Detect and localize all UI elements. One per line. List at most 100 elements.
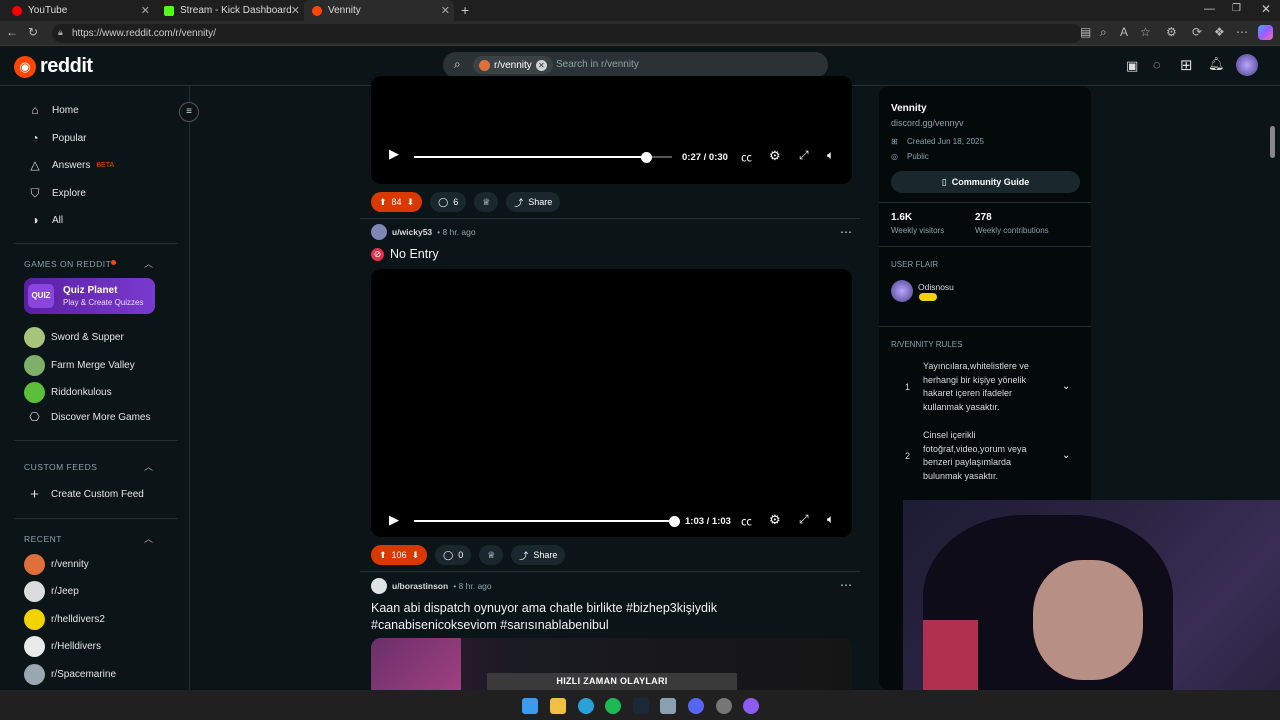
recent-item[interactable]: r/helldivers2 (24, 609, 105, 630)
award-button[interactable]: ♕ (474, 192, 499, 212)
maximize-icon[interactable]: ❐ (1232, 3, 1241, 14)
minimize-icon[interactable]: — (1204, 3, 1215, 15)
share-button[interactable]: ⤴ Share (511, 545, 566, 565)
fullscreen-icon[interactable]: ⤢ (799, 512, 809, 527)
downvote-icon[interactable]: ⬇ (412, 550, 420, 561)
chevron-down-icon[interactable]: ⌄ (1062, 381, 1070, 392)
nav-popular[interactable]: ◔ Popular (28, 131, 86, 145)
community-guide-button[interactable]: ▯ Community Guide (891, 171, 1080, 193)
spotify-icon[interactable] (605, 698, 621, 714)
video-player[interactable]: ▶ 0:27 / 0:30 ㏄ ⚙ ⤢ 🔈︎ (371, 76, 852, 184)
progress-handle[interactable] (640, 151, 652, 163)
file-explorer-icon[interactable] (550, 698, 566, 714)
rule-text[interactable]: Cinsel içerikli fotoğraf,video,yorum vey… (923, 429, 1043, 483)
text-icon[interactable]: A (1120, 25, 1128, 39)
discover-games[interactable]: ⎔ Discover More Games (24, 410, 150, 424)
chevron-down-icon[interactable]: ⌄ (1062, 450, 1070, 461)
back-icon[interactable]: ← (6, 25, 18, 39)
obs-icon[interactable] (716, 698, 732, 714)
close-icon[interactable]: ✕ (291, 4, 300, 17)
clear-chip-icon[interactable]: ✕ (535, 59, 547, 71)
tab-youtube[interactable]: YouTube ✕ (4, 0, 154, 21)
tab-vennity[interactable]: Vennity ✕ (304, 0, 454, 21)
edge-icon[interactable] (578, 698, 594, 714)
create-custom-feed[interactable]: + Create Custom Feed (24, 486, 144, 503)
post-author[interactable]: u/borastinson (392, 581, 448, 591)
search-bar[interactable]: ⌕ r/vennity ✕ Search in r/vennity (443, 52, 828, 78)
volume-icon[interactable]: 🔈︎ (827, 512, 834, 527)
upvote-icon[interactable]: ⬆ (379, 550, 387, 561)
start-icon[interactable] (522, 698, 538, 714)
discord-icon[interactable] (688, 698, 704, 714)
chevron-up-icon[interactable]: ︿ (144, 460, 153, 473)
play-icon[interactable]: ▶ (389, 146, 399, 162)
nav-answers[interactable]: △ Answers BETA (28, 158, 114, 172)
chat-icon[interactable]: ◌ (1153, 57, 1161, 72)
ads-icon[interactable]: ▣ (1126, 58, 1138, 74)
refresh-icon[interactable]: ↻ (28, 25, 38, 39)
chevron-up-icon[interactable]: ︿ (144, 257, 153, 270)
favorite-icon[interactable]: ☆ (1140, 25, 1151, 39)
app-icon[interactable] (660, 698, 676, 714)
notifications-icon[interactable]: 🔔︎ (1208, 56, 1225, 72)
quiz-planet-card[interactable]: QUIZ Quiz Planet Play & Create Quizzes (24, 278, 155, 314)
user-avatar[interactable] (371, 578, 387, 594)
window-close-icon[interactable]: ✕ (1261, 2, 1271, 16)
play-icon[interactable]: ▶ (389, 512, 399, 528)
volume-icon[interactable]: 🔈︎ (827, 148, 834, 163)
subreddit-chip[interactable]: r/vennity ✕ (473, 56, 553, 74)
game-item[interactable]: Sword & Supper (24, 327, 124, 348)
progress-handle[interactable] (668, 515, 680, 527)
sync-icon[interactable]: ⟳ (1192, 25, 1202, 39)
nav-explore[interactable]: ⛉ Explore (28, 186, 85, 200)
create-post-icon[interactable]: ⊞ (1180, 56, 1193, 74)
settings-icon[interactable]: ⚙ (769, 512, 781, 528)
chevron-up-icon[interactable]: ︿ (144, 532, 153, 545)
collapse-sidebar-icon[interactable]: ≡ (179, 102, 199, 122)
user-avatar[interactable] (371, 224, 387, 240)
user-avatar[interactable] (1236, 54, 1258, 76)
app-icon[interactable] (743, 698, 759, 714)
upvote-icon[interactable]: ⬆ (379, 197, 387, 208)
downvote-icon[interactable]: ⬇ (407, 197, 415, 208)
captions-icon[interactable]: ㏄ (741, 149, 752, 165)
recent-item[interactable]: r/Jeep (24, 581, 79, 602)
collections-icon[interactable]: ❖ (1214, 25, 1225, 39)
recent-item[interactable]: r/vennity (24, 554, 89, 575)
tab-kick[interactable]: Stream - Kick Dashboard ✕ (156, 0, 304, 21)
captions-icon[interactable]: ㏄ (741, 513, 752, 529)
scrollbar-thumb[interactable] (1270, 126, 1275, 158)
nav-home[interactable]: ⌂ Home (28, 103, 78, 117)
reader-icon[interactable]: ▤ (1080, 25, 1091, 39)
game-item[interactable]: Riddonkulous (24, 382, 112, 403)
post-author[interactable]: u/wicky53 (392, 227, 432, 237)
post-title[interactable]: Kaan abi dispatch oynuyor ama chatle bir… (371, 600, 751, 634)
fullscreen-icon[interactable]: ⤢ (799, 148, 809, 163)
more-options-icon[interactable]: ⋯ (840, 578, 852, 592)
close-icon[interactable]: ✕ (141, 4, 150, 17)
steam-icon[interactable] (633, 698, 649, 714)
extensions-icon[interactable]: ⚙ (1166, 25, 1177, 39)
share-button[interactable]: ⤴ Share (506, 192, 561, 212)
award-button[interactable]: ♕ (479, 545, 504, 565)
rule-text[interactable]: Yayıncılara,whitelistlere ve herhangi bi… (923, 360, 1043, 414)
settings-icon[interactable]: ⚙ (769, 148, 781, 164)
post-title[interactable]: ⊘ No Entry (371, 247, 439, 261)
nav-all[interactable]: ◑ All (28, 213, 63, 227)
url-field[interactable]: 🔒︎ https://www.reddit.com/r/vennity/ (52, 24, 1082, 43)
vote-pill[interactable]: ⬆ 84 ⬇ (371, 192, 423, 212)
comments-button[interactable]: ◯ 0 (435, 545, 472, 565)
vote-pill[interactable]: ⬆ 106 ⬇ (371, 545, 428, 565)
zoom-icon[interactable]: ⌕ (1100, 25, 1107, 40)
copilot-icon[interactable] (1258, 25, 1273, 40)
more-icon[interactable]: ⋯ (1236, 25, 1248, 39)
video-player[interactable]: ▶ 1:03 / 1:03 ㏄ ⚙ ⤢ 🔈︎ (371, 269, 852, 537)
new-tab-icon[interactable]: + (461, 2, 469, 18)
recent-item[interactable]: r/Spacemarine (24, 664, 116, 685)
comments-button[interactable]: ◯ 6 (430, 192, 467, 212)
reddit-logo[interactable]: ◉ reddit (14, 55, 93, 78)
close-icon[interactable]: ✕ (441, 4, 450, 17)
more-options-icon[interactable]: ⋯ (840, 225, 852, 239)
game-item[interactable]: Farm Merge Valley (24, 355, 135, 376)
recent-item[interactable]: r/Helldivers (24, 636, 101, 657)
